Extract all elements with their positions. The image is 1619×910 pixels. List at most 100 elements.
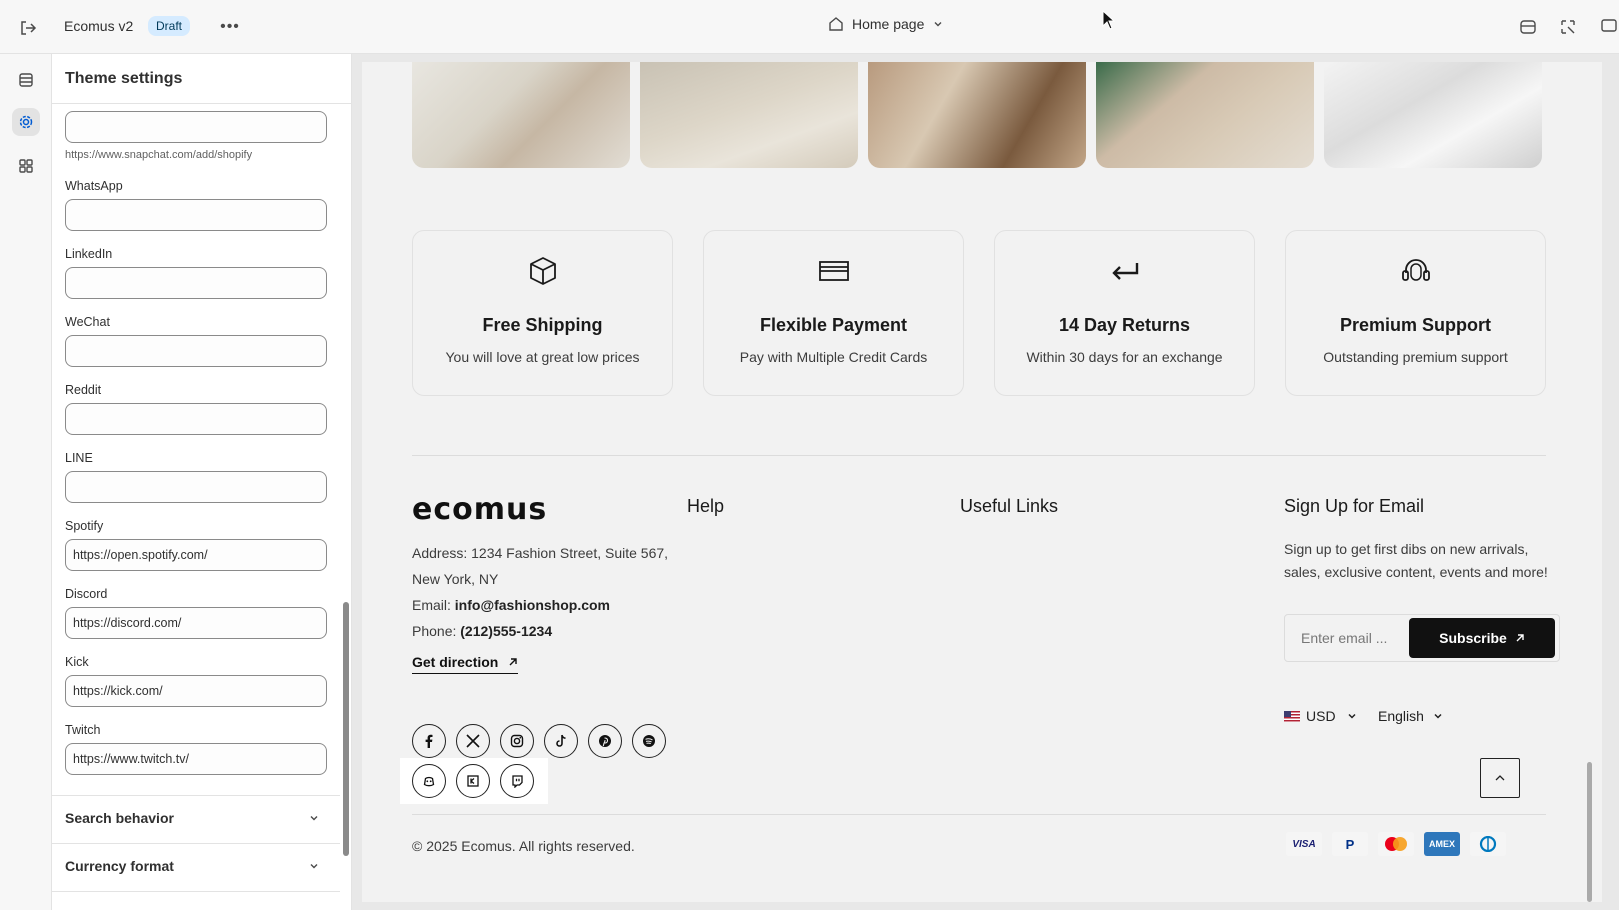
product-image[interactable]: [1324, 62, 1542, 168]
preview-area: Free Shipping You will love at great low…: [352, 54, 1619, 910]
chevron-down-icon: [1348, 713, 1356, 719]
pinterest-icon[interactable]: [588, 724, 622, 758]
status-badge: Draft: [148, 16, 191, 36]
feature-card: Flexible Payment Pay with Multiple Credi…: [703, 230, 964, 396]
footer-divider: [412, 455, 1546, 456]
footer-help-title: Help: [687, 496, 725, 516]
chevron-down-icon: [1434, 713, 1442, 719]
field-label: WhatsApp: [65, 179, 123, 193]
subscribe-label: Subscribe: [1439, 630, 1507, 646]
diners-icon: [1470, 832, 1506, 856]
x-icon[interactable]: [456, 724, 490, 758]
discord-input[interactable]: [65, 607, 327, 639]
product-image[interactable]: [412, 62, 630, 168]
field-label: Reddit: [65, 383, 102, 397]
headset-icon: [1398, 253, 1434, 289]
product-image[interactable]: [640, 62, 858, 168]
feature-title: 14 Day Returns: [1058, 315, 1191, 335]
currency-selector[interactable]: USD: [1284, 708, 1358, 724]
exit-icon[interactable]: [16, 16, 40, 40]
apps-icon[interactable]: [12, 152, 40, 180]
instagram-icon[interactable]: [500, 724, 534, 758]
theme-settings-gear-icon[interactable]: [12, 108, 40, 136]
preview-mode-icon[interactable]: [1517, 16, 1539, 38]
email-value[interactable]: info@fashionshop.com: [455, 597, 610, 613]
home-icon: [829, 17, 843, 31]
page-selector[interactable]: Home page: [828, 16, 944, 32]
mastercard-icon: [1378, 832, 1414, 856]
linkedin-input[interactable]: [65, 267, 327, 299]
device-icon[interactable]: [1597, 16, 1619, 38]
left-rail: [0, 54, 52, 910]
field-label: WeChat: [65, 315, 110, 329]
currency-label: USD: [1306, 708, 1336, 724]
footer-links-title: Useful Links: [960, 496, 1059, 516]
discord-icon[interactable]: [412, 764, 446, 798]
feature-card: Free Shipping You will love at great low…: [412, 230, 673, 396]
footer-signup-title: Sign Up for Email: [1284, 496, 1425, 516]
kick-input[interactable]: [65, 675, 327, 707]
top-bar: Ecomus v2 Draft ••• Home page: [0, 0, 1619, 54]
social-icons-highlighted: [400, 758, 548, 804]
whatsapp-input[interactable]: [65, 199, 327, 231]
email-input[interactable]: Enter email ...: [1301, 630, 1387, 646]
reddit-input[interactable]: [65, 403, 327, 435]
preview-scrollbar[interactable]: [1587, 762, 1592, 902]
tiktok-icon[interactable]: [544, 724, 578, 758]
twitch-input[interactable]: [65, 743, 327, 775]
section-next[interactable]: [52, 891, 340, 910]
product-image[interactable]: [868, 62, 1086, 168]
language-label: English: [1378, 708, 1424, 724]
chevron-down-icon: [310, 816, 318, 821]
section-search-behavior[interactable]: Search behavior: [52, 795, 340, 843]
paypal-icon: P: [1332, 832, 1368, 856]
store-preview: Free Shipping You will love at great low…: [362, 62, 1602, 902]
get-direction-label: Get direction: [412, 654, 499, 670]
facebook-icon[interactable]: [412, 724, 446, 758]
amex-icon: AMEX: [1424, 832, 1460, 856]
section-currency-format[interactable]: Currency format: [52, 843, 340, 891]
theme-settings-panel: Theme settings https://www.snapchat.com/…: [52, 54, 352, 910]
wechat-input[interactable]: [65, 335, 327, 367]
feature-desc: Pay with Multiple Credit Cards: [739, 349, 928, 365]
panel-title: Theme settings: [52, 54, 351, 104]
more-actions-button[interactable]: •••: [218, 16, 242, 38]
feature-card: 14 Day Returns Within 30 days for an exc…: [994, 230, 1255, 396]
field-label: Kick: [65, 655, 89, 669]
chevron-up-icon: [1495, 775, 1505, 781]
arrow-up-right-icon: [509, 658, 517, 666]
field-label: Spotify: [65, 519, 104, 533]
payment-icons: VISA P AMEX: [1286, 832, 1506, 856]
footer-address: Address: 1234 Fashion Street, Suite 567,…: [412, 540, 682, 644]
email-label: Email:: [412, 597, 455, 613]
box-icon: [525, 253, 561, 289]
spotify-icon[interactable]: [632, 724, 666, 758]
back-to-top-button[interactable]: [1480, 758, 1520, 798]
language-selector[interactable]: English: [1378, 708, 1444, 724]
snapchat-hint: https://www.snapchat.com/add/shopify: [65, 149, 253, 161]
snapchat-input[interactable]: [65, 111, 327, 143]
kick-icon[interactable]: [456, 764, 490, 798]
line-input[interactable]: [65, 471, 327, 503]
return-arrow-icon: [1107, 253, 1143, 289]
product-image[interactable]: [1096, 62, 1314, 168]
footer-logo[interactable]: ecomus: [412, 492, 547, 527]
chevron-down-icon: [310, 864, 318, 869]
twitch-icon[interactable]: [500, 764, 534, 798]
feature-desc: Within 30 days for an exchange: [1026, 349, 1223, 365]
phone-value[interactable]: (212)555-1234: [460, 623, 552, 639]
store-name: Ecomus v2: [64, 18, 134, 34]
section-label: Currency format: [65, 858, 174, 874]
inspector-icon[interactable]: [1557, 16, 1579, 38]
get-direction-link[interactable]: Get direction: [412, 654, 519, 674]
subscribe-button[interactable]: Subscribe: [1409, 618, 1555, 658]
spotify-input[interactable]: [65, 539, 327, 571]
panel-scrollbar[interactable]: [343, 602, 349, 856]
address-line: New York, NY: [412, 571, 499, 587]
address-line: Address: 1234 Fashion Street, Suite 567,: [412, 545, 669, 561]
field-label: LinkedIn: [65, 247, 113, 261]
feature-title: Premium Support: [1339, 315, 1491, 335]
arrow-up-right-icon: [1516, 634, 1524, 642]
sections-icon[interactable]: [12, 66, 40, 94]
footer-bottom-divider: [412, 814, 1546, 815]
